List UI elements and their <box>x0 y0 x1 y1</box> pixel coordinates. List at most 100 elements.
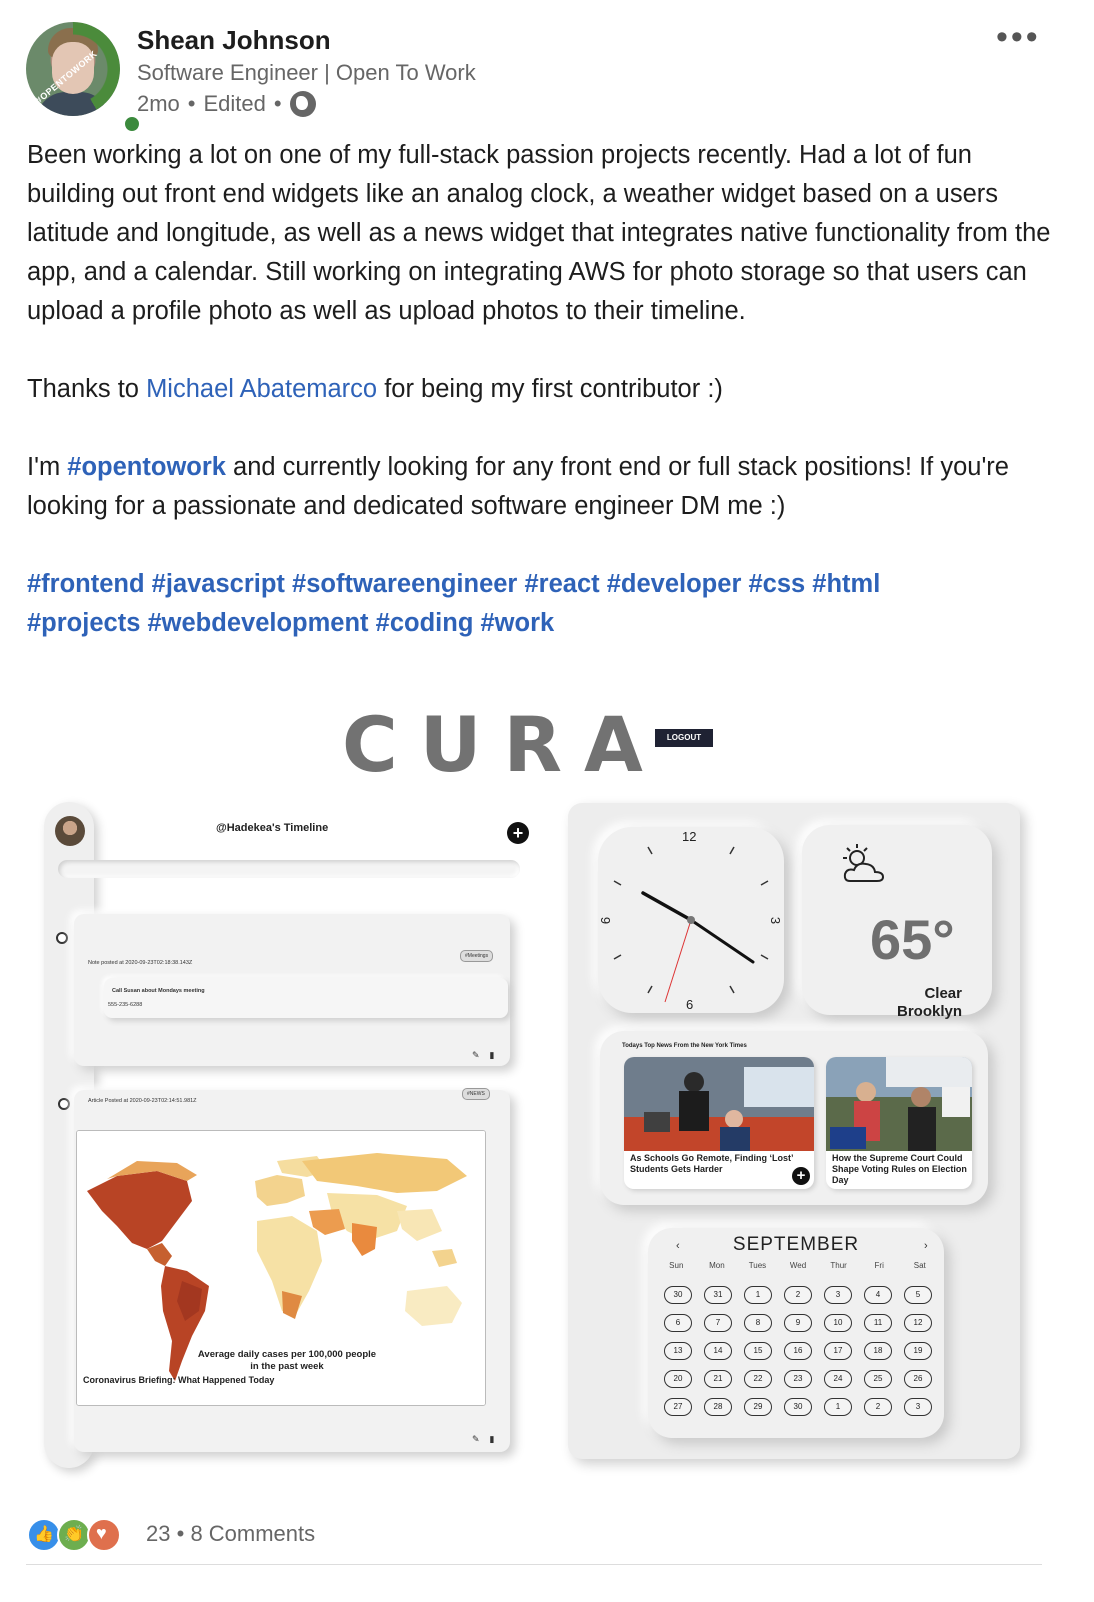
calendar-day[interactable]: 20 <box>664 1370 692 1388</box>
note-posted-time: Note posted at 2020-09-23T02:18:38.143Z <box>88 960 193 966</box>
clock-numeral-3: 3 <box>768 916 784 925</box>
meta-separator: • <box>187 91 196 116</box>
calendar-day[interactable]: 17 <box>824 1342 852 1360</box>
calendar-day[interactable]: 10 <box>824 1314 852 1332</box>
hashtag-link[interactable]: #work <box>481 609 555 637</box>
hashtag-link[interactable]: #javascript <box>152 570 285 598</box>
calendar-day[interactable]: 3 <box>904 1398 932 1416</box>
calendar-day[interactable]: 25 <box>864 1370 892 1388</box>
article-tag[interactable]: #NEWS <box>462 1088 490 1100</box>
calendar-day[interactable]: 15 <box>744 1342 772 1360</box>
trash-icon[interactable]: ▮ <box>490 1434 505 1444</box>
calendar-day[interactable]: 18 <box>864 1342 892 1360</box>
map-caption-line1: Average daily cases per 100,000 people <box>197 1349 377 1360</box>
note-phone: 555-235-6288 <box>108 1002 143 1008</box>
hashtag-link[interactable]: #opentowork <box>67 453 226 481</box>
calendar-next-icon[interactable]: › <box>924 1240 928 1252</box>
edit-icon[interactable]: ✎ <box>472 1434 490 1444</box>
news-story-image <box>826 1057 972 1151</box>
calendar-weekday: Fri <box>874 1261 884 1270</box>
weather-condition-text: Clear <box>924 985 962 1002</box>
hashtag-link[interactable]: #frontend <box>27 570 145 598</box>
hashtag-link[interactable]: #html <box>812 570 880 598</box>
mention-link[interactable]: Michael Abatemarco <box>146 375 377 403</box>
calendar-day[interactable]: 24 <box>824 1370 852 1388</box>
hashtag-link[interactable]: #developer <box>607 570 742 598</box>
calendar-day[interactable]: 23 <box>784 1370 812 1388</box>
hashtag-link[interactable]: #softwareengineer <box>292 570 517 598</box>
note-card: Note posted at 2020-09-23T02:18:38.143Z … <box>74 914 510 1066</box>
add-post-icon[interactable]: + <box>507 822 529 844</box>
clock-face <box>613 846 769 1003</box>
calendar-day[interactable]: 13 <box>664 1342 692 1360</box>
calendar-day[interactable]: 21 <box>704 1370 732 1388</box>
calendar-day[interactable]: 16 <box>784 1342 812 1360</box>
hashtag-line: #frontend #javascript #softwareengineer … <box>27 565 1057 604</box>
clock-numeral-12: 12 <box>682 829 697 844</box>
post-opentowork: I'm #opentowork and currently looking fo… <box>27 453 1009 520</box>
calendar-day[interactable]: 8 <box>744 1314 772 1332</box>
calendar-day[interactable]: 5 <box>904 1286 932 1304</box>
more-options-icon[interactable]: ••• <box>996 20 1041 54</box>
calendar-day[interactable]: 2 <box>864 1398 892 1416</box>
calendar-weekday-row: Sun Mon Tues Wed Thur Fri Sat <box>656 1261 940 1270</box>
comments-count[interactable]: 8 Comments <box>190 1521 315 1546</box>
calendar-day[interactable]: 2 <box>784 1286 812 1304</box>
calendar-day[interactable]: 3 <box>824 1286 852 1304</box>
timeline-panel: @Hadekea's Timeline + Note posted at 202… <box>44 802 532 1468</box>
calendar-day[interactable]: 7 <box>704 1314 732 1332</box>
calendar-day[interactable]: 11 <box>864 1314 892 1332</box>
calendar-day[interactable]: 4 <box>864 1286 892 1304</box>
add-news-icon[interactable]: + <box>792 1167 810 1185</box>
news-story-card[interactable]: How the Supreme Court Could Shape Voting… <box>826 1057 972 1189</box>
post-body: Been working a lot on one of my full-sta… <box>27 136 1057 643</box>
note-text: Call Susan about Mondays meeting <box>112 988 205 994</box>
note-actions: ✎▮ <box>472 1050 505 1061</box>
calendar-day[interactable]: 22 <box>744 1370 772 1388</box>
calendar-day[interactable]: 29 <box>744 1398 772 1416</box>
cura-logo: CURA <box>342 700 665 789</box>
calendar-day[interactable]: 19 <box>904 1342 932 1360</box>
article-headline[interactable]: Coronavirus Briefing: What Happened Toda… <box>83 1375 274 1385</box>
clock-numeral-9: 9 <box>598 916 614 925</box>
calendar-day[interactable]: 31 <box>704 1286 732 1304</box>
calendar-day[interactable]: 27 <box>664 1398 692 1416</box>
hashtag-link[interactable]: #react <box>524 570 599 598</box>
trash-icon[interactable]: ▮ <box>490 1050 505 1060</box>
calendar-day[interactable]: 6 <box>664 1314 692 1332</box>
calendar-weekday: Thur <box>830 1261 847 1270</box>
edit-icon[interactable]: ✎ <box>472 1050 490 1060</box>
timeline-input[interactable] <box>58 860 520 878</box>
calendar-days-grid: 30 31 1 2 3 4 5 6 7 8 9 10 11 12 13 14 15 16 17 18 19 20 21 22 2… <box>658 1286 938 1416</box>
hashtag-link[interactable]: #projects <box>27 609 140 637</box>
author-name[interactable]: Shean Johnson <box>137 25 331 56</box>
note-tag[interactable]: #Meetings <box>460 950 494 962</box>
timeline-avatar[interactable] <box>55 816 85 846</box>
divider <box>26 1564 1042 1565</box>
logout-button[interactable]: LOGOUT <box>655 729 713 747</box>
calendar-day[interactable]: 12 <box>904 1314 932 1332</box>
timeline-title: @Hadekea's Timeline <box>216 822 329 834</box>
news-widget: Todays Top News From the New York Times … <box>600 1031 988 1205</box>
reactions-summary[interactable] <box>27 1518 121 1552</box>
news-story-headline: How the Supreme Court Could Shape Voting… <box>832 1153 967 1185</box>
like-icon <box>27 1518 61 1552</box>
calendar-weekday: Tues <box>748 1261 767 1270</box>
calendar-weekday: Wed <box>789 1261 807 1270</box>
calendar-day[interactable]: 1 <box>744 1286 772 1304</box>
calendar-day[interactable]: 9 <box>784 1314 812 1332</box>
news-story-card[interactable]: As Schools Go Remote, Finding ‘Lost’ Stu… <box>624 1057 814 1189</box>
article-card: Article Posted at 2020-09-23T02:14:51.98… <box>74 1088 510 1452</box>
hashtag-link[interactable]: #css <box>748 570 805 598</box>
calendar-day[interactable]: 30 <box>664 1286 692 1304</box>
hashtag-link[interactable]: #coding <box>376 609 474 637</box>
calendar-day[interactable]: 28 <box>704 1398 732 1416</box>
calendar-day[interactable]: 14 <box>704 1342 732 1360</box>
article-map-image[interactable]: Average daily cases per 100,000 people i… <box>76 1130 486 1406</box>
hashtag-link[interactable]: #webdevelopment <box>147 609 368 637</box>
reaction-count[interactable]: 23 <box>146 1521 170 1546</box>
calendar-day[interactable]: 30 <box>784 1398 812 1416</box>
author-avatar[interactable]: #OPENTOWORK <box>26 22 142 134</box>
calendar-day[interactable]: 26 <box>904 1370 932 1388</box>
calendar-day[interactable]: 1 <box>824 1398 852 1416</box>
